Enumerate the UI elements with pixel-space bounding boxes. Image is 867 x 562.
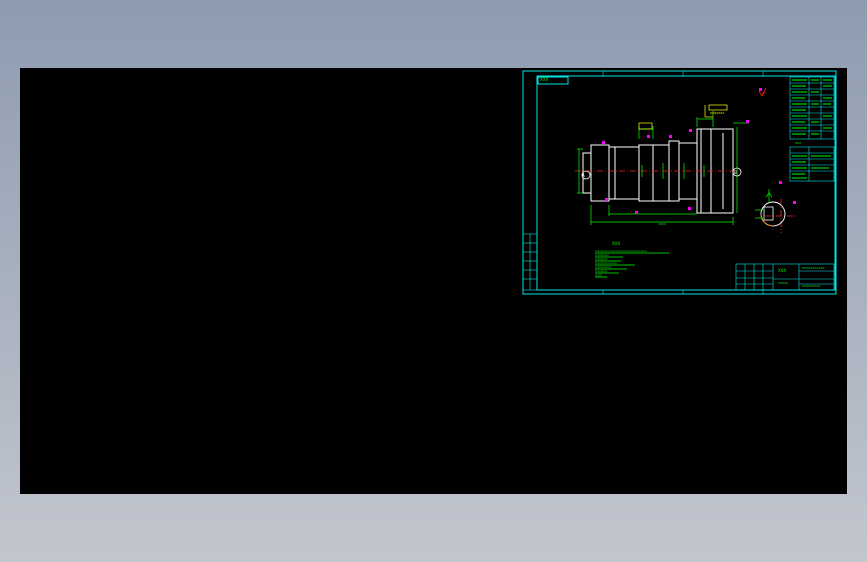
notes-title: XXX (612, 241, 620, 246)
tech-note-7: XXXXX (595, 275, 602, 277)
title-block-drawing-number: XXXXXXXXXXX (802, 266, 825, 270)
title-block-material: XXXXX (778, 281, 788, 285)
datum-a-label: A (582, 173, 585, 178)
datum-b-label: B (734, 170, 737, 175)
roughness-label: XX (762, 91, 766, 95)
model-space (20, 68, 847, 494)
tech-note-4: XXXXXXXXXXXXXXXX (595, 263, 618, 265)
tech-note-6: XXXXXXXXX (595, 271, 608, 273)
tech-note-2: XXXXXXXXXX (595, 255, 609, 257)
tech-note-5: XXXXXXXXXXXX (595, 267, 612, 269)
tech-note-3: XXXXXXXXX (595, 259, 608, 261)
cad-model-viewport[interactable]: XXX XXX XXX XXX XXXXXXXXXXX XXXXX XXXXXX… (20, 68, 847, 494)
table-label: XXX (795, 141, 801, 145)
drawing-title-label: XXX (540, 77, 548, 82)
title-block-part-name: XXX (778, 268, 786, 273)
title-block-company: XXXXXXXXX (802, 284, 821, 288)
tolerance-label: XXXXXXX (710, 111, 724, 115)
cad-drawing-canvas[interactable]: XXX XXX XXX XXX XXXXXXXXXXX XXXXX XXXXXX… (20, 68, 847, 494)
dimension-length-label: XXXX (658, 222, 666, 226)
tech-note-1: XXXXXXXXXXXXXXXXXXXXXXXXXXXXXXXXXXXXXX (595, 251, 648, 253)
